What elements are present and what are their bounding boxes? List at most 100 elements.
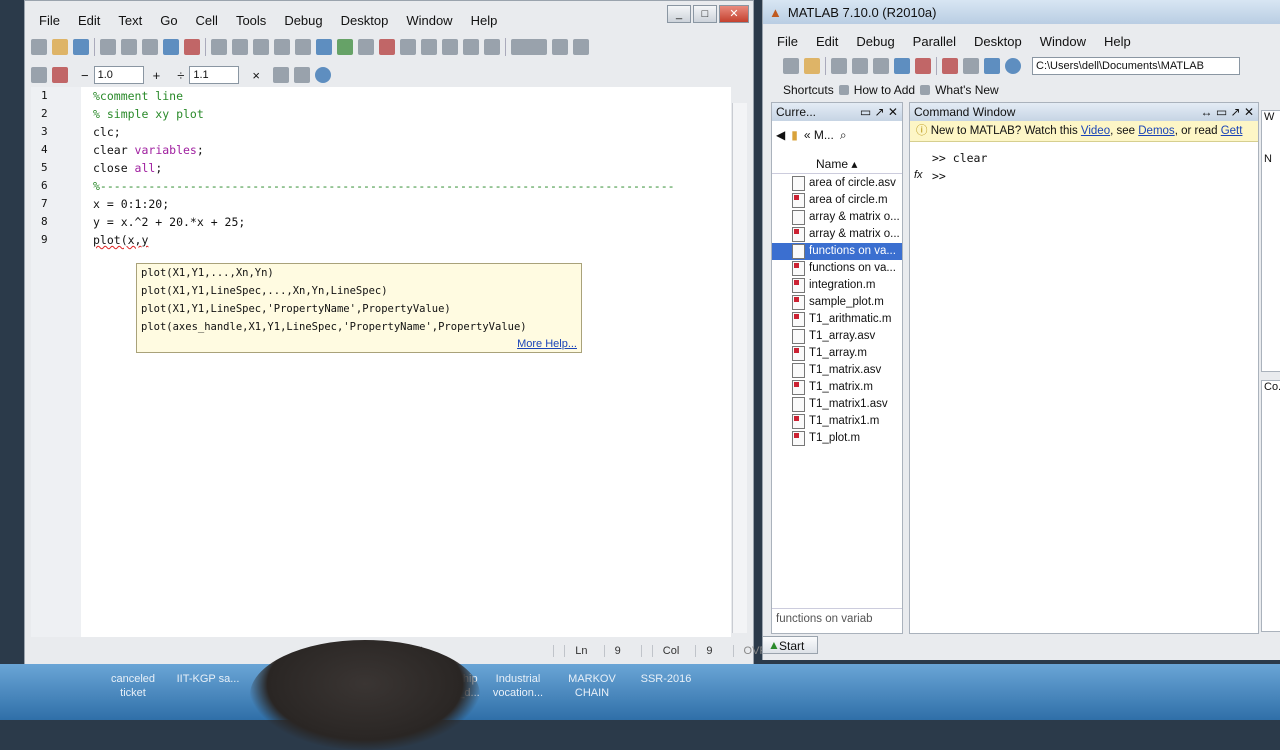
increment-button[interactable]: +	[153, 68, 161, 83]
menu-parallel[interactable]: Parallel	[913, 34, 956, 49]
pane-controls-icon[interactable]: ↔ ▭ ↗ ✕	[1201, 103, 1254, 121]
maximize-button[interactable]: □	[693, 5, 717, 23]
function-browser-icon[interactable]	[316, 39, 332, 55]
cut-icon[interactable]	[100, 39, 116, 55]
redo-icon[interactable]	[915, 58, 931, 74]
menu-go[interactable]: Go	[160, 13, 177, 28]
minimize-button[interactable]: _	[667, 5, 691, 23]
menu-window[interactable]: Window	[406, 13, 452, 28]
file-list-item[interactable]: T1_matrix1.m	[772, 413, 902, 430]
code-line[interactable]: % simple xy plot	[81, 105, 731, 123]
cell-divider-line[interactable]: %---------------------------------------…	[81, 177, 731, 195]
print-icon[interactable]	[211, 39, 227, 55]
menu-window[interactable]: Window	[1040, 34, 1086, 49]
profiler-icon[interactable]	[984, 58, 1000, 74]
menu-help[interactable]: Help	[471, 13, 498, 28]
hint-item[interactable]: plot(X1,Y1,LineSpec,...,Xn,Yn,LineSpec)	[137, 282, 581, 300]
shortcuts-label[interactable]: Shortcuts	[783, 83, 834, 97]
copy-icon[interactable]	[852, 58, 868, 74]
open-folder-icon[interactable]	[804, 58, 820, 74]
hint-item[interactable]: plot(X1,Y1,LineSpec,'PropertyName',Prope…	[137, 300, 581, 318]
increment-value-1[interactable]: 1.0	[93, 66, 144, 84]
cell-insert-icon[interactable]	[52, 67, 68, 83]
code-line[interactable]: clc;	[81, 123, 731, 141]
menu-desktop[interactable]: Desktop	[974, 34, 1022, 49]
search-icon[interactable]: ⌕	[840, 128, 847, 143]
getting-started-link[interactable]: Gett	[1221, 125, 1243, 137]
new-file-icon[interactable]	[31, 39, 47, 55]
divide-button[interactable]: ÷	[177, 68, 184, 83]
taskbar-item[interactable]: canceled ticket	[100, 672, 166, 700]
details-panel[interactable]: functions on variab	[772, 608, 902, 629]
how-to-add-link[interactable]: How to Add	[854, 83, 915, 97]
pane-controls-icon[interactable]: ▭ ↗ ✕	[860, 103, 898, 121]
taskbar-item[interactable]: IIT-KGP sa...	[172, 672, 244, 686]
editor-vertical-scrollbar[interactable]	[732, 103, 747, 633]
file-list-item[interactable]: integration.m	[772, 277, 902, 294]
breakpoint-icon[interactable]	[358, 39, 374, 55]
file-list-item[interactable]: T1_arithmatic.m	[772, 311, 902, 328]
file-list-item[interactable]: functions on va...	[772, 243, 902, 260]
code-line[interactable]: close all;	[81, 159, 731, 177]
video-link[interactable]: Video	[1081, 125, 1110, 137]
menu-text[interactable]: Text	[118, 13, 142, 28]
file-list-item[interactable]: area of circle.m	[772, 192, 902, 209]
step-out-icon[interactable]	[442, 39, 458, 55]
guide-icon[interactable]	[963, 58, 979, 74]
open-folder-icon[interactable]	[52, 39, 68, 55]
step-in-icon[interactable]	[421, 39, 437, 55]
menu-edit[interactable]: Edit	[78, 13, 100, 28]
exit-debug-icon[interactable]	[484, 39, 500, 55]
menu-file[interactable]: File	[39, 13, 60, 28]
command-history-line[interactable]: >> clear	[932, 151, 987, 165]
demos-link[interactable]: Demos	[1138, 125, 1174, 137]
stack-dropdown[interactable]	[511, 39, 547, 55]
help-icon[interactable]	[1005, 58, 1021, 74]
evaluate-cell-icon[interactable]	[272, 67, 289, 83]
redo-icon[interactable]	[184, 39, 200, 55]
menu-file[interactable]: File	[777, 34, 798, 49]
menu-debug[interactable]: Debug	[284, 13, 322, 28]
find-files-icon[interactable]	[232, 39, 248, 55]
cell-mode-icon[interactable]	[31, 67, 47, 83]
file-list-item[interactable]: T1_matrix.m	[772, 379, 902, 396]
file-list-item[interactable]: area of circle.asv	[772, 175, 902, 192]
fx-icon[interactable]	[552, 39, 568, 55]
forward-arrow-icon[interactable]	[295, 39, 311, 55]
file-list-item[interactable]: array & matrix o...	[772, 209, 902, 226]
code-line[interactable]: clear variables;	[81, 141, 731, 159]
file-list-item[interactable]: functions on va...	[772, 260, 902, 277]
current-folder-path-field[interactable]: C:\Users\dell\Documents\MATLAB	[1032, 57, 1240, 75]
undo-icon[interactable]	[894, 58, 910, 74]
file-list-item[interactable]: T1_matrix.asv	[772, 362, 902, 379]
code-line[interactable]: y = x.^2 + 20.*x + 25;	[81, 213, 731, 231]
close-button[interactable]: ✕	[719, 5, 749, 23]
file-list-item[interactable]: T1_array.m	[772, 345, 902, 362]
workspace-pane[interactable]: W N	[1261, 110, 1280, 372]
function-browser-button[interactable]: fx	[914, 169, 923, 181]
back-arrow-icon[interactable]	[274, 39, 290, 55]
undo-icon[interactable]	[163, 39, 179, 55]
menu-help[interactable]: Help	[1104, 34, 1131, 49]
more-help-link[interactable]: More Help...	[517, 338, 577, 350]
file-list-item[interactable]: T1_array.asv	[772, 328, 902, 345]
name-column-header[interactable]: Name ▴	[772, 155, 902, 174]
code-line[interactable]: %comment line	[81, 87, 731, 105]
copy-icon[interactable]	[121, 39, 137, 55]
file-list-item[interactable]: sample_plot.m	[772, 294, 902, 311]
whats-new-link[interactable]: What's New	[935, 83, 999, 97]
code-line[interactable]: plot(x,y	[81, 231, 731, 249]
command-history-pane[interactable]: Co.	[1261, 380, 1280, 632]
info-icon[interactable]	[314, 67, 331, 83]
paste-icon[interactable]	[873, 58, 889, 74]
taskbar-item[interactable]: SSR-2016	[634, 672, 698, 686]
layout-icon[interactable]	[573, 39, 589, 55]
menu-tools[interactable]: Tools	[236, 13, 266, 28]
taskbar-item[interactable]: Industrial vocation...	[486, 672, 550, 700]
continue-icon[interactable]	[463, 39, 479, 55]
file-list-item[interactable]: T1_plot.m	[772, 430, 902, 447]
cut-icon[interactable]	[831, 58, 847, 74]
taskbar-item[interactable]: MARKOV CHAIN	[560, 672, 624, 700]
folder-breadcrumb[interactable]: « M...	[804, 128, 834, 142]
increment-value-2[interactable]: 1.1	[189, 66, 240, 84]
